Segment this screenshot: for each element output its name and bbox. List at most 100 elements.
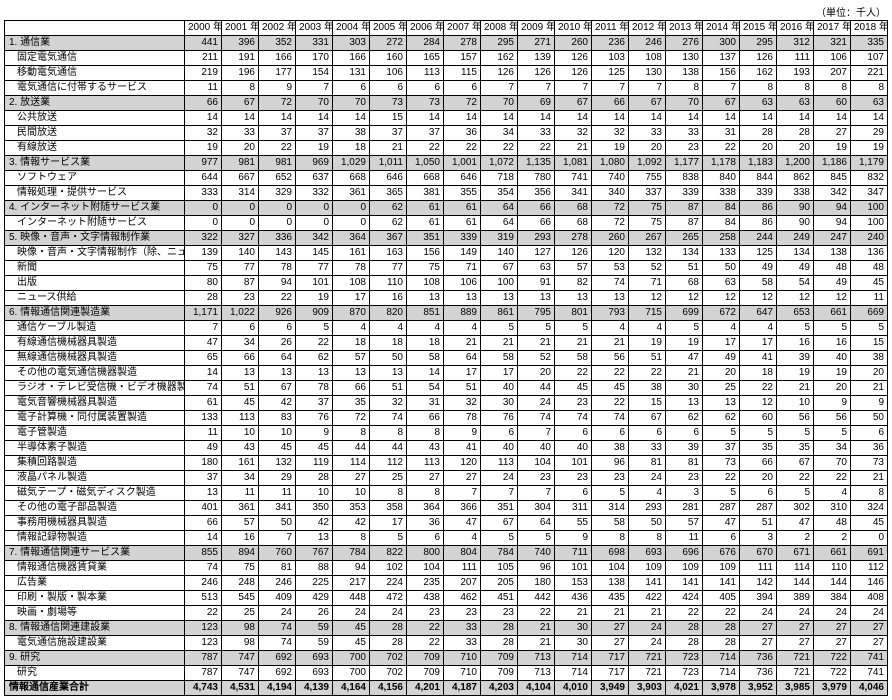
- cell-value: 16: [222, 531, 259, 546]
- cell-value: 21: [555, 336, 592, 351]
- cell-value: 221: [851, 66, 888, 81]
- cell-value: 4: [629, 486, 666, 501]
- cell-value: 1,135: [518, 156, 555, 171]
- cell-value: 144: [777, 576, 814, 591]
- cell-value: 33: [666, 126, 703, 141]
- table-row: 出版80879410110811010810610091827471686358…: [5, 276, 888, 291]
- cell-value: 22: [629, 366, 666, 381]
- cell-value: 4,010: [555, 681, 592, 696]
- cell-value: 24: [518, 396, 555, 411]
- cell-value: 755: [629, 171, 666, 186]
- cell-value: 314: [592, 501, 629, 516]
- cell-value: 4,201: [407, 681, 444, 696]
- cell-value: 22: [407, 636, 444, 651]
- cell-value: 41: [740, 351, 777, 366]
- cell-value: 82: [555, 276, 592, 291]
- cell-value: 0: [333, 216, 370, 231]
- cell-value: 442: [518, 591, 555, 606]
- cell-value: 149: [444, 246, 481, 261]
- cell-value: 50: [851, 411, 888, 426]
- cell-value: 120: [444, 456, 481, 471]
- cell-value: 401: [185, 501, 222, 516]
- cell-value: 72: [592, 201, 629, 216]
- cell-value: 25: [370, 471, 407, 486]
- cell-value: 114: [777, 561, 814, 576]
- cell-value: 6: [740, 486, 777, 501]
- cell-value: 28: [370, 636, 407, 651]
- cell-value: 63: [777, 96, 814, 111]
- cell-value: 17: [740, 336, 777, 351]
- cell-value: 28: [296, 471, 333, 486]
- cell-value: 293: [518, 231, 555, 246]
- cell-value: 78: [333, 261, 370, 276]
- cell-value: 4: [444, 321, 481, 336]
- cell-value: 693: [629, 546, 666, 561]
- cell-value: 73: [407, 96, 444, 111]
- cell-value: 13: [407, 291, 444, 306]
- cell-value: 13: [481, 291, 518, 306]
- cell-value: 21: [851, 381, 888, 396]
- cell-value: 28: [703, 621, 740, 636]
- cell-value: 722: [814, 651, 851, 666]
- cell-value: 57: [555, 261, 592, 276]
- cell-value: 8: [592, 531, 629, 546]
- cell-value: 8: [777, 81, 814, 96]
- cell-value: 115: [444, 66, 481, 81]
- cell-value: 4: [592, 321, 629, 336]
- cell-value: 47: [777, 516, 814, 531]
- cell-value: 350: [296, 501, 333, 516]
- cell-value: 66: [185, 516, 222, 531]
- cell-value: 33: [444, 636, 481, 651]
- cell-value: 141: [703, 576, 740, 591]
- col-header-year: 2016 年: [777, 21, 814, 36]
- cell-value: 33: [222, 126, 259, 141]
- cell-value: 981: [259, 156, 296, 171]
- cell-value: 27: [740, 636, 777, 651]
- cell-value: 70: [481, 96, 518, 111]
- cell-value: 304: [518, 501, 555, 516]
- row-label: 公共放送: [5, 111, 185, 126]
- cell-value: 260: [592, 231, 629, 246]
- cell-value: 66: [518, 201, 555, 216]
- cell-value: 77: [296, 261, 333, 276]
- cell-value: 34: [814, 441, 851, 456]
- row-label: 磁気テープ・磁気ディスク製造: [5, 486, 185, 501]
- cell-value: 108: [407, 276, 444, 291]
- cell-value: 287: [703, 501, 740, 516]
- cell-value: 211: [185, 51, 222, 66]
- cell-value: 74: [259, 636, 296, 651]
- cell-value: 709: [407, 651, 444, 666]
- cell-value: 65: [185, 351, 222, 366]
- cell-value: 156: [407, 246, 444, 261]
- cell-value: 637: [296, 171, 333, 186]
- cell-value: 422: [629, 591, 666, 606]
- cell-value: 45: [851, 516, 888, 531]
- cell-value: 22: [703, 471, 740, 486]
- row-label: 固定電気通信: [5, 51, 185, 66]
- cell-value: 747: [222, 651, 259, 666]
- cell-value: 10: [222, 426, 259, 441]
- cell-value: 146: [851, 576, 888, 591]
- cell-value: 71: [629, 276, 666, 291]
- row-label: 半導体素子製造: [5, 441, 185, 456]
- cell-value: 1,011: [370, 156, 407, 171]
- cell-value: 75: [185, 261, 222, 276]
- cell-value: 22: [703, 606, 740, 621]
- cell-value: 740: [518, 546, 555, 561]
- cell-value: 23: [592, 471, 629, 486]
- cell-value: 57: [222, 516, 259, 531]
- cell-value: 104: [592, 561, 629, 576]
- cell-value: 68: [555, 216, 592, 231]
- cell-value: 889: [444, 306, 481, 321]
- cell-value: 87: [222, 276, 259, 291]
- cell-value: 27: [814, 636, 851, 651]
- cell-value: 143: [259, 246, 296, 261]
- cell-value: 26: [259, 336, 296, 351]
- cell-value: 19: [851, 141, 888, 156]
- cell-value: 23: [666, 471, 703, 486]
- cell-value: 1,050: [407, 156, 444, 171]
- cell-value: 72: [333, 411, 370, 426]
- cell-value: 9: [851, 396, 888, 411]
- cell-value: 21: [777, 381, 814, 396]
- cell-value: 83: [259, 411, 296, 426]
